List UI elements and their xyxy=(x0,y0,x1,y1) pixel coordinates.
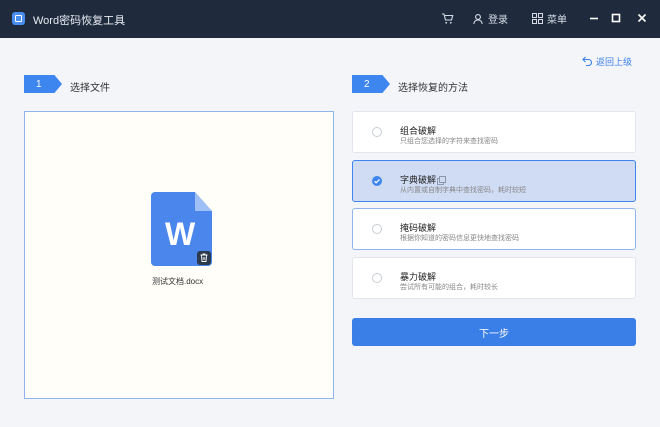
word-document-icon[interactable]: W xyxy=(151,192,212,266)
word-letter: W xyxy=(165,216,196,252)
return-label: 返回上级 xyxy=(596,57,633,67)
method-desc: 尝试所有可能的组合，耗时较长 xyxy=(400,284,498,291)
menu-label: 菜单 xyxy=(547,15,567,26)
step-2-label: 选择恢复的方法 xyxy=(398,83,468,94)
close-icon xyxy=(635,11,649,25)
method-combination[interactable]: 组合破解 只组合您选择的字符来查找密码 xyxy=(352,111,636,153)
return-link[interactable]: 返回上级 xyxy=(582,55,632,68)
method-dictionary[interactable]: 字典破解 从内置或自制字典中查找密码，耗时较短 xyxy=(352,160,636,202)
maximize-icon xyxy=(609,11,623,25)
radio-brute-force[interactable] xyxy=(372,273,382,283)
title-bar: Word密码恢复工具 登录 菜单 xyxy=(0,0,660,38)
grid-menu-icon xyxy=(530,12,544,26)
file-name: 测试文档.docx xyxy=(152,277,204,286)
cart-icon xyxy=(440,11,454,25)
method-mask[interactable]: 掩码破解 根据你知道的密码信息更快地查找密码 xyxy=(352,208,636,250)
copy-icon[interactable] xyxy=(437,172,446,185)
next-step-button[interactable]: 下一步 xyxy=(352,318,636,346)
radio-dictionary[interactable] xyxy=(372,176,382,186)
app-title: Word密码恢复工具 xyxy=(33,15,126,27)
method-desc: 只组合您选择的字符来查找密码 xyxy=(400,138,498,145)
maximize-button[interactable] xyxy=(609,11,623,25)
method-desc: 根据你知道的密码信息更快地查找密码 xyxy=(400,235,519,242)
minimize-icon xyxy=(587,11,601,25)
method-brute-force[interactable]: 暴力破解 尝试所有可能的组合，耗时较长 xyxy=(352,257,636,299)
check-icon xyxy=(374,178,380,184)
step-1-label: 选择文件 xyxy=(70,83,110,94)
step-2-badge: 2 xyxy=(352,75,390,93)
cart-button[interactable] xyxy=(440,11,454,25)
user-icon xyxy=(471,12,485,26)
login-label: 登录 xyxy=(488,15,508,26)
app-logo-icon xyxy=(12,12,25,25)
trash-icon xyxy=(200,249,208,267)
menu-button[interactable]: 菜单 xyxy=(530,11,567,26)
minimize-button[interactable] xyxy=(587,11,601,25)
step-1-badge: 1 xyxy=(24,75,62,93)
radio-combination[interactable] xyxy=(372,127,382,137)
login-button[interactable]: 登录 xyxy=(471,11,508,26)
method-desc: 从内置或自制字典中查找密码，耗时较短 xyxy=(400,187,526,194)
delete-file-button[interactable] xyxy=(197,251,211,265)
return-arrow-icon xyxy=(582,56,593,68)
radio-mask[interactable] xyxy=(372,224,382,234)
close-button[interactable] xyxy=(635,11,649,25)
